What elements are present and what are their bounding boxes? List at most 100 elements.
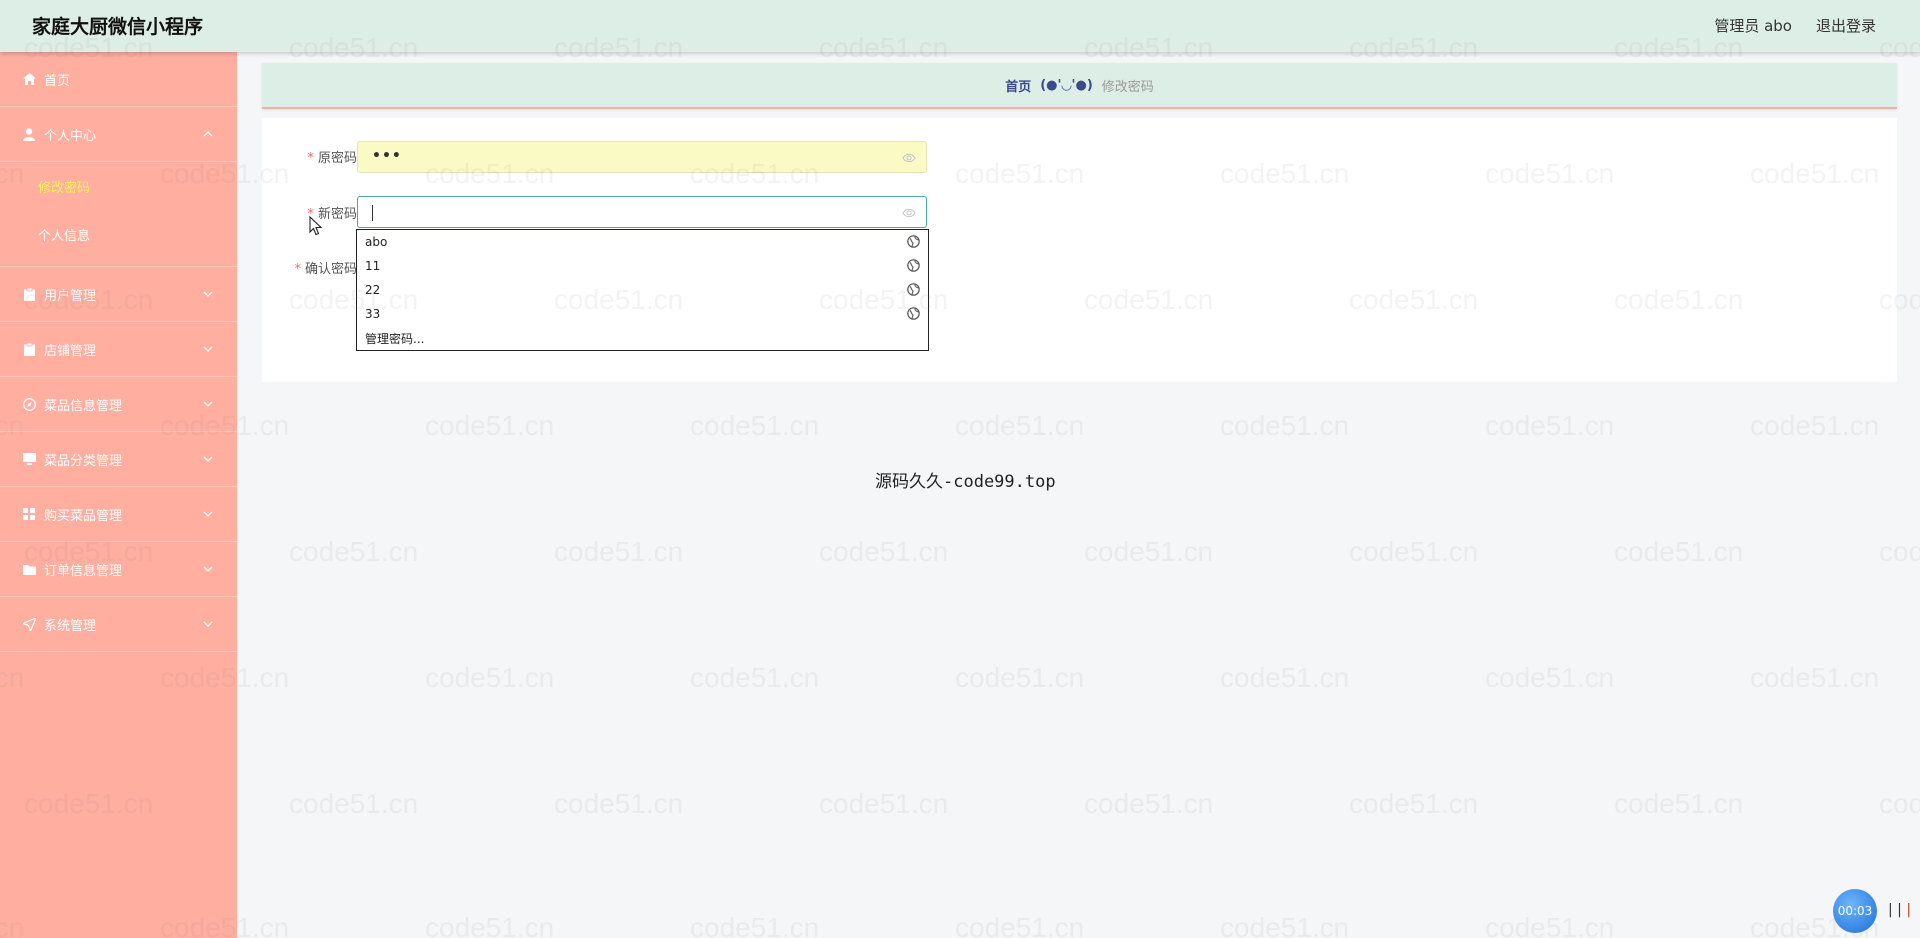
sidebar-item-label: 购买菜品管理 [44, 508, 123, 524]
watermark-text: code51.cn [690, 912, 820, 938]
globe-icon [907, 259, 920, 272]
old-password-label: * 原密码 [307, 151, 357, 166]
password-autocomplete-dropdown: abo 11 22 33 管理密码... [356, 229, 929, 351]
watermark-text: code51.cn [1220, 410, 1350, 441]
sidebar-item-order-management[interactable]: 订单信息管理 [0, 542, 237, 597]
sidebar-item-label: 系统管理 [44, 618, 97, 634]
watermark-text: code51.cn [1750, 410, 1880, 441]
chevron-down-icon [203, 566, 213, 572]
top-header: 家庭大厨微信小程序 管理员 abo 退出登录 [0, 0, 1920, 52]
sidebar-item-home[interactable]: 首页 [0, 52, 237, 107]
watermark-text: code51.cn [955, 662, 1085, 693]
sidebar-item-label: 首页 [44, 73, 71, 89]
watermark-text: code51.cn [1485, 662, 1615, 693]
breadcrumb-separator: (●'◡'●) [1040, 77, 1093, 93]
new-password-label: * 新密码 [307, 207, 357, 222]
home-icon [22, 72, 36, 86]
sidebar-item-store-management[interactable]: 店铺管理 [0, 322, 237, 377]
globe-icon [907, 307, 920, 320]
watermark-text: code51.cn [955, 912, 1085, 938]
watermark-text: code51.cn [1614, 788, 1744, 819]
current-user-label: 管理员 abo [1714, 17, 1792, 35]
recording-controls[interactable]: | | | [1888, 902, 1911, 918]
sidebar-item-label: 菜品分类管理 [44, 453, 123, 469]
globe-icon [907, 283, 920, 296]
new-password-field[interactable] [357, 196, 927, 228]
watermark-text: code51.cn [425, 662, 555, 693]
sidebar-item-label: 菜品信息管理 [44, 398, 123, 414]
eye-icon[interactable] [902, 152, 916, 164]
chevron-down-icon [203, 346, 213, 352]
submenu-item-change-password[interactable]: 修改密码 [0, 162, 237, 210]
personal-center-submenu: 修改密码 个人信息 [0, 162, 237, 267]
autocomplete-option[interactable]: abo [357, 230, 928, 254]
send-icon [22, 617, 36, 631]
sidebar-item-dish-category-management[interactable]: 菜品分类管理 [0, 432, 237, 487]
text-cursor [372, 205, 373, 221]
breadcrumb: 首页 (●'◡'●) 修改密码 [262, 63, 1897, 109]
chevron-down-icon [203, 291, 213, 297]
watermark-text: code51.cn [289, 788, 419, 819]
autocomplete-option[interactable]: 11 [357, 254, 928, 278]
old-password-value: ••• [372, 148, 402, 164]
monitor-icon [22, 452, 36, 466]
old-password-field[interactable]: ••• [357, 141, 927, 173]
watermark-text: code51.cn [554, 788, 684, 819]
submenu-item-personal-info[interactable]: 个人信息 [0, 210, 237, 258]
watermark-text: code51.cn [1879, 788, 1920, 819]
watermark-text: code51.cn [1349, 788, 1479, 819]
breadcrumb-current: 修改密码 [1101, 79, 1154, 95]
watermark-text: code51.cn [1220, 662, 1350, 693]
watermark-text: code51.cn [690, 662, 820, 693]
watermark-text: code51.cn [1485, 410, 1615, 441]
watermark-text: code51.cn [1750, 662, 1880, 693]
confirm-password-label: * 确认密码 [294, 262, 357, 277]
globe-icon [907, 235, 920, 248]
sidebar-item-user-management[interactable]: 用户管理 [0, 267, 237, 322]
chevron-down-icon [203, 621, 213, 627]
clipboard-icon [22, 342, 36, 356]
watermark-text: code51.cn [1220, 912, 1350, 938]
watermark-text: code51.cn [955, 410, 1085, 441]
watermark-text: code51.cn [425, 912, 555, 938]
chevron-down-icon [203, 456, 213, 462]
sidebar-item-dish-info-management[interactable]: 菜品信息管理 [0, 377, 237, 432]
watermark-text: code51.cn [1349, 536, 1479, 567]
watermark-text: code51.cn [1485, 912, 1615, 938]
watermark-text: code51.cn [1084, 788, 1214, 819]
sidebar-item-label: 个人中心 [44, 128, 97, 144]
watermark-text: code51.cn [1614, 536, 1744, 567]
app-title: 家庭大厨微信小程序 [32, 16, 204, 38]
watermark-text: code51.cn [690, 410, 820, 441]
sidebar-item-label: 用户管理 [44, 288, 97, 304]
logout-button[interactable]: 退出登录 [1816, 15, 1876, 36]
watermark-text: code51.cn [289, 536, 419, 567]
sidebar: 首页 个人中心 修改密码 个人信息 用户管理 店铺管理 菜品信息管理 菜品分类管… [0, 52, 237, 938]
user-icon [22, 127, 36, 141]
site-footer-text: 源码久久-code99.top [875, 472, 1056, 492]
watermark-text: code51.cn [1879, 536, 1920, 567]
compass-icon [22, 397, 36, 411]
autocomplete-option[interactable]: 22 [357, 278, 928, 302]
sidebar-item-personal-center[interactable]: 个人中心 [0, 107, 237, 162]
sidebar-item-system-management[interactable]: 系统管理 [0, 597, 237, 652]
sidebar-item-purchase-management[interactable]: 购买菜品管理 [0, 487, 237, 542]
chevron-down-icon [203, 401, 213, 407]
watermark-text: code51.cn [819, 788, 949, 819]
watermark-text: code51.cn [1084, 536, 1214, 567]
recording-timer[interactable]: 00:03 [1833, 889, 1877, 933]
autocomplete-option[interactable]: 33 [357, 302, 928, 326]
mouse-pointer-icon [309, 216, 323, 236]
chevron-down-icon [203, 511, 213, 517]
sidebar-item-label: 店铺管理 [44, 343, 97, 359]
breadcrumb-home-link[interactable]: 首页 [1005, 76, 1031, 95]
watermark-text: code51.cn [819, 536, 949, 567]
grid-icon [22, 507, 36, 521]
manage-passwords-link[interactable]: 管理密码... [357, 326, 928, 350]
eye-icon[interactable] [902, 207, 916, 219]
watermark-text: code51.cn [554, 536, 684, 567]
chevron-up-icon [203, 131, 213, 137]
sidebar-item-label: 订单信息管理 [44, 563, 123, 579]
folder-icon [22, 562, 36, 576]
clipboard-icon [22, 287, 36, 301]
